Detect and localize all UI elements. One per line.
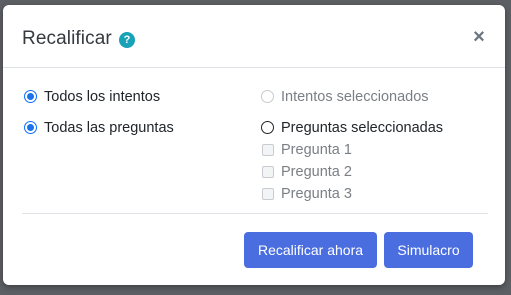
radio-all-questions-control[interactable] — [24, 121, 37, 134]
footer-divider — [22, 213, 488, 214]
radio-all-questions-label: Todas las preguntas — [44, 120, 174, 136]
regrade-dialog: Recalificar ? × Todos los intentos Todas… — [3, 5, 505, 285]
radio-selected-attempts-control[interactable] — [261, 90, 274, 103]
dry-run-button[interactable]: Simulacro — [384, 232, 473, 268]
close-icon[interactable]: × — [467, 25, 491, 49]
checkbox-question-1-control[interactable] — [262, 144, 274, 156]
help-icon[interactable]: ? — [119, 32, 135, 48]
radio-all-attempts-label: Todos los intentos — [44, 89, 161, 105]
dialog-header: Recalificar ? × — [3, 5, 505, 68]
radio-selected-attempts-label: Intentos seleccionados — [281, 89, 429, 105]
dialog-title: Recalificar — [22, 28, 112, 49]
radio-all-attempts-control[interactable] — [24, 90, 37, 103]
checkbox-question-3-control[interactable] — [262, 188, 274, 200]
checkbox-question-2-label: Pregunta 2 — [281, 164, 352, 180]
checkbox-question-2-control[interactable] — [262, 166, 274, 178]
checkbox-question-1-label: Pregunta 1 — [281, 142, 352, 158]
checkbox-question-3-label: Pregunta 3 — [281, 186, 352, 202]
radio-selected-questions-control[interactable] — [261, 121, 274, 134]
regrade-now-button[interactable]: Recalificar ahora — [244, 232, 377, 268]
radio-selected-questions-label: Preguntas seleccionadas — [281, 120, 444, 136]
